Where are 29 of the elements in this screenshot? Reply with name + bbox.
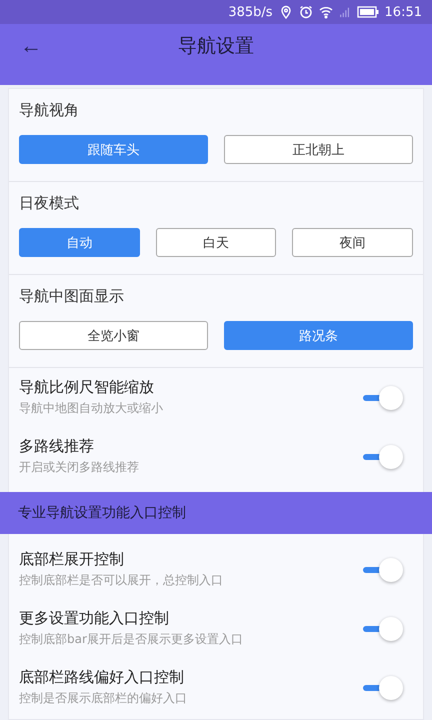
setting-description: 导航中地图自动放大或缩小 — [19, 400, 164, 417]
location-icon — [278, 5, 293, 19]
option-button[interactable]: 路况条 — [224, 321, 413, 350]
setting-description: 控制是否展示底部栏的偏好入口 — [19, 690, 188, 707]
group-title: 日夜模式 — [19, 193, 80, 214]
clock-time: 16:51 — [384, 4, 422, 20]
network-speed: 385b/s — [228, 4, 273, 20]
battery-icon — [356, 6, 379, 18]
option-button[interactable]: 跟随车头 — [19, 135, 208, 164]
group-title: 导航中图面显示 — [19, 286, 125, 307]
wifi-icon — [318, 5, 333, 19]
alarm-icon — [298, 5, 313, 19]
option-button[interactable]: 白天 — [156, 228, 276, 257]
option-button[interactable]: 自动 — [19, 228, 140, 257]
setting-title: 更多设置功能入口控制 — [19, 609, 170, 628]
setting-description: 控制底部栏是否可以展开，总控制入口 — [19, 572, 224, 589]
option-button[interactable]: 正北朝上 — [224, 135, 413, 164]
section-header: 专业导航设置功能入口控制 — [0, 492, 432, 534]
page-title: 导航设置 — [178, 34, 254, 59]
setting-title: 多路线推荐 — [19, 437, 95, 456]
setting-title: 导航比例尺智能缩放 — [19, 378, 155, 397]
option-button[interactable]: 全览小窗 — [19, 321, 208, 350]
group-title: 导航视角 — [19, 100, 80, 121]
setting-description: 开启或关闭多路线推荐 — [19, 459, 140, 476]
setting-title: 底部栏展开控制 — [19, 550, 125, 569]
option-button[interactable]: 夜间 — [292, 228, 413, 257]
signal-icon — [338, 5, 351, 19]
setting-title: 底部栏路线偏好入口控制 — [19, 668, 185, 687]
setting-description: 控制底部bar展开后是否展示更多设置入口 — [19, 631, 244, 648]
